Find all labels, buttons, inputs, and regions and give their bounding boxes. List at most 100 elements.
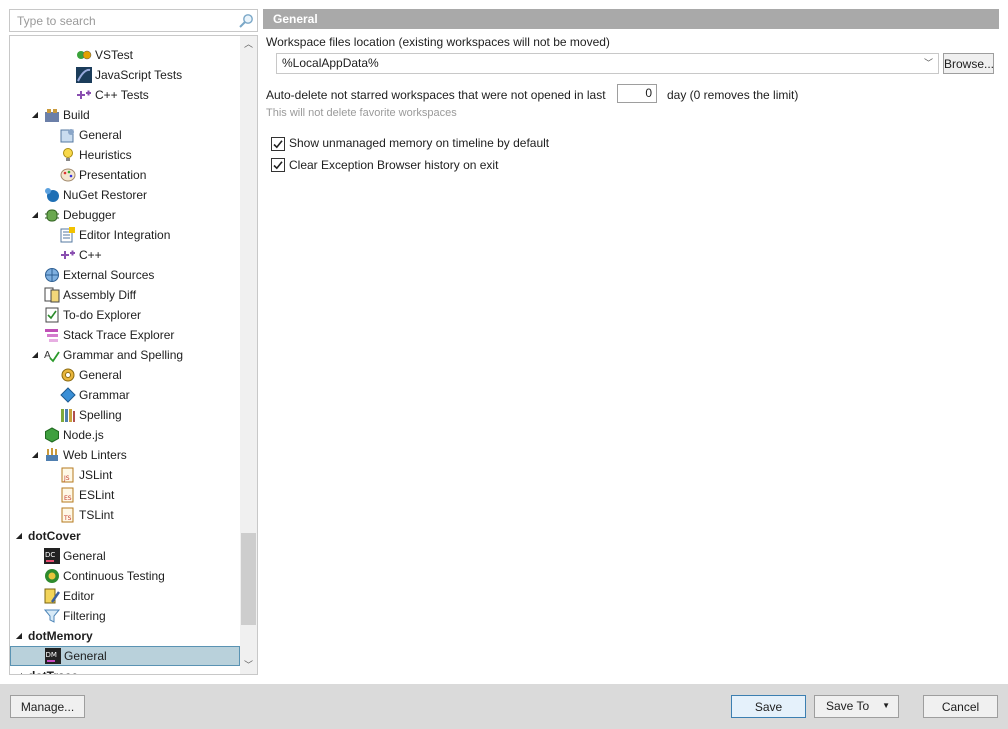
tree-item[interactable]: ◢ dotCover: [10, 526, 240, 546]
tree-item-label: NuGet Restorer: [63, 188, 148, 202]
dotmemory-icon: DM: [45, 648, 61, 664]
tree-item[interactable]: NuGet Restorer: [10, 185, 240, 205]
scroll-down-icon[interactable]: ﹀: [240, 657, 257, 674]
expand-arrow-icon[interactable]: ◢: [30, 450, 40, 460]
cancel-button[interactable]: Cancel: [923, 695, 998, 718]
expand-arrow-icon[interactable]: ◢: [14, 671, 24, 674]
tree-item[interactable]: Assembly Diff: [10, 285, 240, 305]
tree-item-label: JSLint: [79, 468, 113, 482]
tree-item-label: Editor: [63, 589, 95, 603]
autodelete-unit-label: day (0 removes the limit): [667, 88, 799, 102]
expand-arrow-icon[interactable]: ◢: [14, 531, 24, 541]
tree-item[interactable]: Heuristics: [10, 145, 240, 165]
expand-arrow-icon[interactable]: ◢: [30, 110, 40, 120]
clear-exception-history-checkbox[interactable]: [271, 158, 285, 172]
svg-text:ES: ES: [64, 495, 72, 502]
checkmark-icon: [273, 140, 283, 149]
settings-tree[interactable]: VSTest JavaScript Tests C++ Tests ◢ Build Gen…: [9, 35, 258, 675]
show-unmanaged-memory-label[interactable]: Show unmanaged memory on timeline by def…: [289, 136, 549, 150]
autodelete-days-input[interactable]: 0: [617, 84, 657, 103]
tree-item[interactable]: TS TSLint: [10, 505, 240, 525]
tree-item[interactable]: ◢ dotMemory: [10, 626, 240, 646]
tree-item[interactable]: Filtering: [10, 606, 240, 626]
expand-arrow-icon[interactable]: ◢: [30, 210, 40, 220]
browse-button[interactable]: Browse...: [943, 53, 994, 74]
tree-item[interactable]: ES ESLint: [10, 485, 240, 505]
tree-item[interactable]: Grammar: [10, 385, 240, 405]
tree-item[interactable]: JS JSLint: [10, 465, 240, 485]
cpp-icon: [60, 247, 76, 263]
save-to-button[interactable]: Save To ▼: [814, 695, 899, 718]
tree-item[interactable]: Stack Trace Explorer: [10, 325, 240, 345]
tree-item[interactable]: ◢ Debugger: [10, 205, 240, 225]
scroll-up-icon[interactable]: ︿: [240, 36, 257, 53]
nuget-icon: [44, 187, 60, 203]
tree-item[interactable]: General: [10, 365, 240, 385]
expand-arrow-icon[interactable]: ◢: [14, 631, 24, 641]
web-linters-icon: [44, 447, 60, 463]
manage-button[interactable]: Manage...: [10, 695, 85, 718]
tree-item[interactable]: DC General: [10, 546, 240, 566]
tree-item-label: dotTrace: [28, 669, 78, 674]
show-unmanaged-memory-checkbox[interactable]: [271, 137, 285, 151]
grammar-icon: [60, 387, 76, 403]
search-box[interactable]: [9, 9, 258, 32]
tree-item-label: General: [79, 128, 122, 142]
tree-item[interactable]: Node.js: [10, 425, 240, 445]
tree-item-label: Web Linters: [63, 448, 127, 462]
tree-item-label: ESLint: [79, 488, 115, 502]
tree-item-label: Build: [63, 108, 90, 122]
save-button[interactable]: Save: [731, 695, 806, 718]
tree-item[interactable]: Editor Integration: [10, 225, 240, 245]
build-general-icon: [60, 127, 76, 143]
tree-item-label: Grammar: [79, 388, 130, 402]
tree-item[interactable]: Editor: [10, 586, 240, 606]
tree-item[interactable]: To-do Explorer: [10, 305, 240, 325]
expand-arrow-icon[interactable]: ◢: [30, 350, 40, 360]
tree-item[interactable]: DM General: [10, 646, 240, 666]
tree-item-label: VSTest: [95, 48, 134, 62]
tree-item[interactable]: External Sources: [10, 265, 240, 285]
search-icon[interactable]: [238, 13, 254, 29]
workspace-location-dropdown[interactable]: %LocalAppData% ﹀: [276, 53, 939, 74]
tree-scrollbar[interactable]: ︿ ﹀: [240, 36, 257, 674]
tree-item[interactable]: Presentation: [10, 165, 240, 185]
eslint-icon: ES: [60, 487, 76, 503]
settings-navigation-pane: VSTest JavaScript Tests C++ Tests ◢ Build Gen…: [9, 9, 258, 675]
tree-item[interactable]: Continuous Testing: [10, 566, 240, 586]
svg-text:JS: JS: [63, 475, 70, 482]
scroll-thumb[interactable]: [241, 533, 256, 625]
tree-item[interactable]: General: [10, 125, 240, 145]
tree-item[interactable]: ◢ Web Linters: [10, 445, 240, 465]
dialog-footer: Manage... Save Save To ▼ Cancel: [0, 684, 1008, 729]
tree-item-label: General: [64, 649, 107, 663]
tree-item[interactable]: ◢ A Grammar and Spelling: [10, 345, 240, 365]
tree-item[interactable]: ◢ Build: [10, 105, 240, 125]
tree-item[interactable]: JavaScript Tests: [10, 65, 240, 85]
clear-exception-history-label[interactable]: Clear Exception Browser history on exit: [289, 158, 498, 172]
page-title: General: [263, 9, 999, 29]
palette-icon: [60, 167, 76, 183]
tree-item-label: Spelling: [79, 408, 122, 422]
search-input[interactable]: [15, 13, 230, 29]
tree-item[interactable]: C++ Tests: [10, 85, 240, 105]
tree-item-label: JavaScript Tests: [95, 68, 183, 82]
grammar-spelling-icon: A: [44, 347, 60, 363]
tree-item[interactable]: VSTest: [10, 45, 240, 65]
tree-item[interactable]: ◢ dotTrace: [10, 666, 240, 674]
tree-item[interactable]: C++: [10, 245, 240, 265]
tree-item[interactable]: Spelling: [10, 405, 240, 425]
tree-item-label: Grammar and Spelling: [63, 348, 184, 362]
